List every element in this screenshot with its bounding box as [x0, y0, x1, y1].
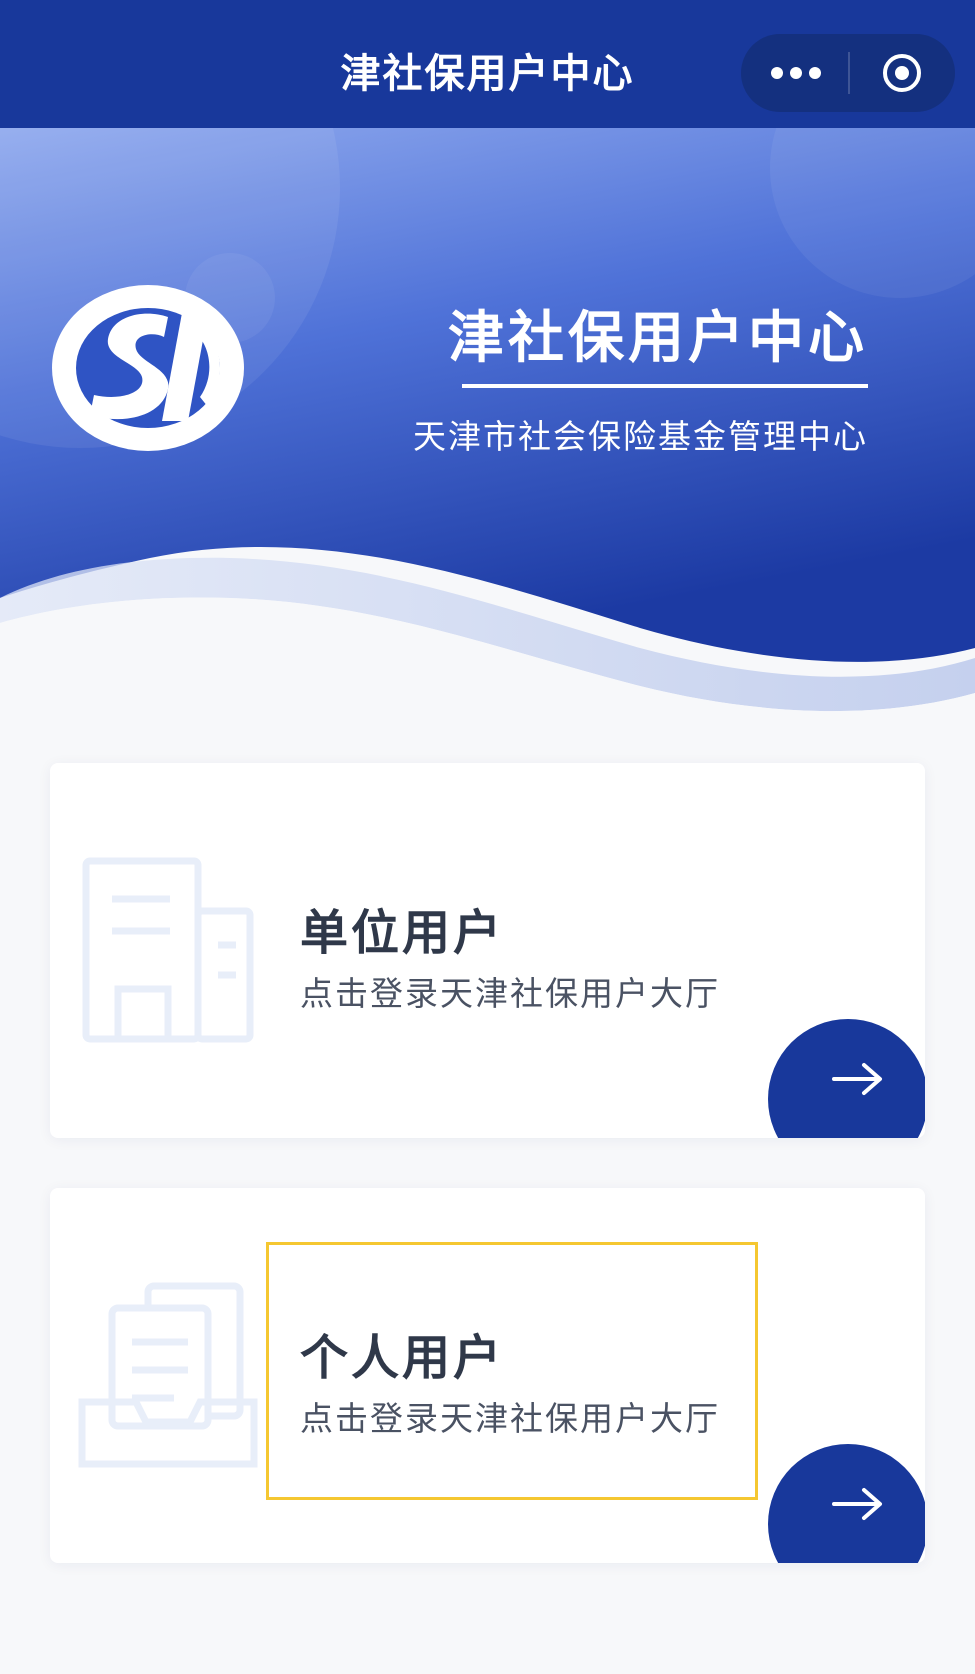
personal-user-enter-button[interactable]	[768, 1444, 925, 1563]
mini-program-capsule	[741, 34, 955, 112]
more-dots-icon	[771, 67, 821, 79]
hero-divider	[462, 384, 868, 388]
capsule-divider	[848, 52, 850, 94]
hero-banner: 津社保用户中心 天津市社会保险基金管理中心	[0, 128, 975, 720]
highlight-frame	[266, 1242, 758, 1500]
arrow-right-icon	[832, 1063, 882, 1095]
office-building-icon	[82, 857, 254, 1043]
org-user-title: 单位用户	[300, 905, 505, 961]
target-circle-icon	[883, 54, 921, 92]
more-menu-button[interactable]	[741, 34, 847, 112]
org-user-subtitle: 点击登录天津社保用户大厅	[300, 974, 720, 1013]
document-tray-icon	[78, 1282, 258, 1468]
hero-subtitle: 天津市社会保险基金管理中心	[413, 417, 868, 456]
arrow-right-icon	[832, 1488, 882, 1520]
org-user-card[interactable]: 单位用户 点击登录天津社保用户大厅	[50, 763, 925, 1138]
si-social-insurance-logo	[52, 285, 244, 451]
hero-title: 津社保用户中心	[448, 306, 868, 371]
org-user-enter-button[interactable]	[768, 1019, 925, 1138]
close-mini-program-button[interactable]	[851, 34, 955, 112]
